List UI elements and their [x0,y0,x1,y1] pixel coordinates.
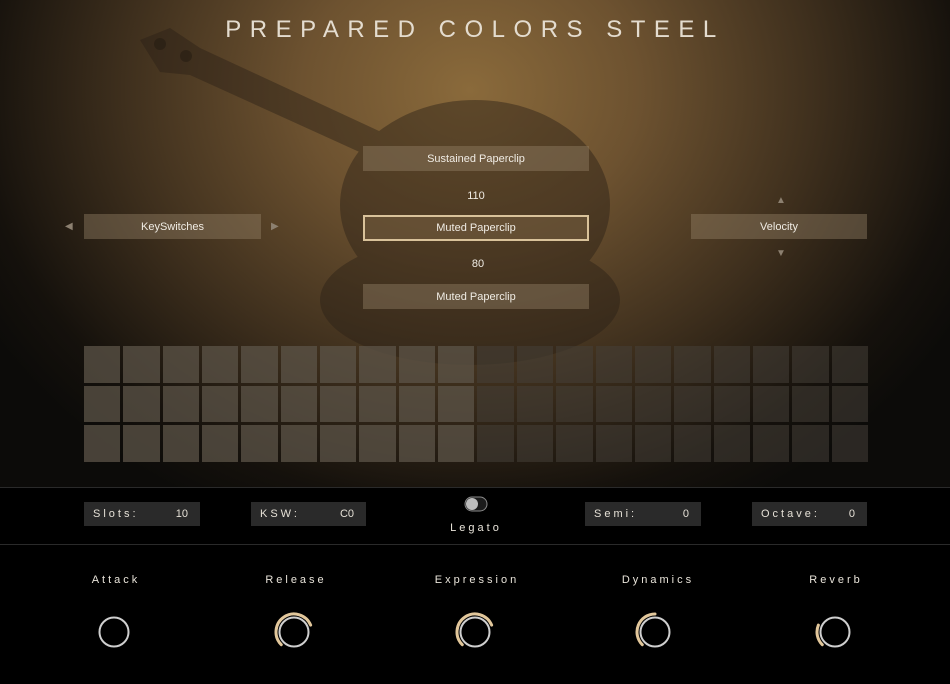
slot-cell[interactable] [438,385,475,423]
slot-cell[interactable] [713,385,750,423]
slot-cell[interactable] [831,346,868,383]
slot-cell[interactable] [359,385,396,423]
slot-cell[interactable] [320,385,357,423]
octave-value: 0 [848,508,855,520]
articulation-selected-button[interactable]: Muted Paperclip [363,215,589,241]
right-arrow-icon[interactable]: ▶ [271,221,279,232]
slot-cell[interactable] [477,346,514,383]
reverb-knob[interactable] [813,610,857,654]
slot-cell[interactable] [516,425,554,462]
slot-cell[interactable] [556,425,593,462]
slot-cell[interactable] [634,346,672,383]
slot-cell[interactable] [477,425,514,462]
reverb-label: Reverb [809,574,863,586]
octave-field[interactable]: Octave: 0 [752,502,867,526]
slots-label: Slots: [93,508,139,520]
slot-cell[interactable] [359,425,396,462]
attack-label: Attack [91,574,141,586]
slot-cell[interactable] [280,385,318,423]
dynamics-knob[interactable] [633,610,677,654]
slot-cell[interactable] [752,346,790,383]
octave-label: Octave: [761,508,820,520]
slot-cell[interactable] [320,346,357,383]
slot-cell[interactable] [831,425,868,462]
slot-cell[interactable] [359,346,396,383]
slot-cell[interactable] [123,425,160,462]
slot-cell[interactable] [398,346,436,383]
instrument-panel: PREPARED COLORS STEEL Sustained Papercli… [0,0,950,487]
slot-cell[interactable] [713,425,750,462]
dynamics-label: Dynamics [621,574,695,586]
slot-cell[interactable] [634,385,672,423]
bottom-velocity-value: 80 [471,258,485,270]
slot-cell[interactable] [84,346,121,383]
slot-cell[interactable] [398,385,436,423]
legato-label: Legato [450,522,502,534]
slot-cell[interactable] [752,385,790,423]
slot-cell[interactable] [792,385,829,423]
slot-grid [84,346,868,462]
slot-cell[interactable] [280,346,318,383]
slot-cell[interactable] [202,425,239,462]
down-arrow-icon[interactable]: ▼ [776,248,786,259]
slot-cell[interactable] [123,385,160,423]
attack-knob[interactable] [92,610,136,654]
slot-cell[interactable] [84,425,121,462]
slot-cell[interactable] [634,425,672,462]
left-arrow-icon[interactable]: ◀ [65,221,73,232]
release-knob[interactable] [272,610,316,654]
slot-cell[interactable] [162,425,200,462]
expression-label: Expression [434,574,520,586]
semi-label: Semi: [594,508,638,520]
velocity-selector[interactable]: Velocity [691,214,867,239]
ksw-field[interactable]: KSW: C0 [251,502,366,526]
slot-cell[interactable] [831,385,868,423]
expression-knob[interactable] [453,610,497,654]
slot-cell[interactable] [595,425,632,462]
slot-cell[interactable] [595,346,632,383]
slots-field[interactable]: Slots: 10 [84,502,200,526]
slot-cell[interactable] [674,425,711,462]
slot-cell[interactable] [280,425,318,462]
slot-cell[interactable] [595,385,632,423]
semi-value: 0 [682,508,689,520]
up-arrow-icon[interactable]: ▲ [776,195,786,206]
slot-cell[interactable] [241,346,278,383]
slots-value: 10 [175,508,188,520]
slot-cell[interactable] [84,385,121,423]
slot-cell[interactable] [162,346,200,383]
slot-cell[interactable] [320,425,357,462]
slot-cell[interactable] [516,385,554,423]
slot-cell[interactable] [241,385,278,423]
ksw-label: KSW: [260,508,300,520]
articulation-bottom-button[interactable]: Muted Paperclip [363,284,589,309]
slot-cell[interactable] [516,346,554,383]
keyswitches-selector[interactable]: KeySwitches [84,214,261,239]
slot-cell[interactable] [123,346,160,383]
legato-toggle[interactable] [464,496,488,512]
slot-cell[interactable] [202,385,239,423]
slot-cell[interactable] [713,346,750,383]
slot-cell[interactable] [752,425,790,462]
release-label: Release [265,574,327,586]
page-title: PREPARED COLORS STEEL [225,16,725,43]
slot-cell[interactable] [477,385,514,423]
slot-cell[interactable] [556,346,593,383]
ksw-value: C0 [339,508,354,520]
slot-cell[interactable] [202,346,239,383]
slot-cell[interactable] [674,346,711,383]
slot-cell[interactable] [792,346,829,383]
slot-cell[interactable] [556,385,593,423]
top-velocity-value: 110 [467,190,485,202]
semi-field[interactable]: Semi: 0 [585,502,701,526]
articulation-top-button[interactable]: Sustained Paperclip [363,146,589,171]
slot-cell[interactable] [792,425,829,462]
slot-cell[interactable] [162,385,200,423]
slot-cell[interactable] [674,385,711,423]
slot-cell[interactable] [438,425,475,462]
slot-cell[interactable] [241,425,278,462]
slot-cell[interactable] [438,346,475,383]
slot-cell[interactable] [398,425,436,462]
